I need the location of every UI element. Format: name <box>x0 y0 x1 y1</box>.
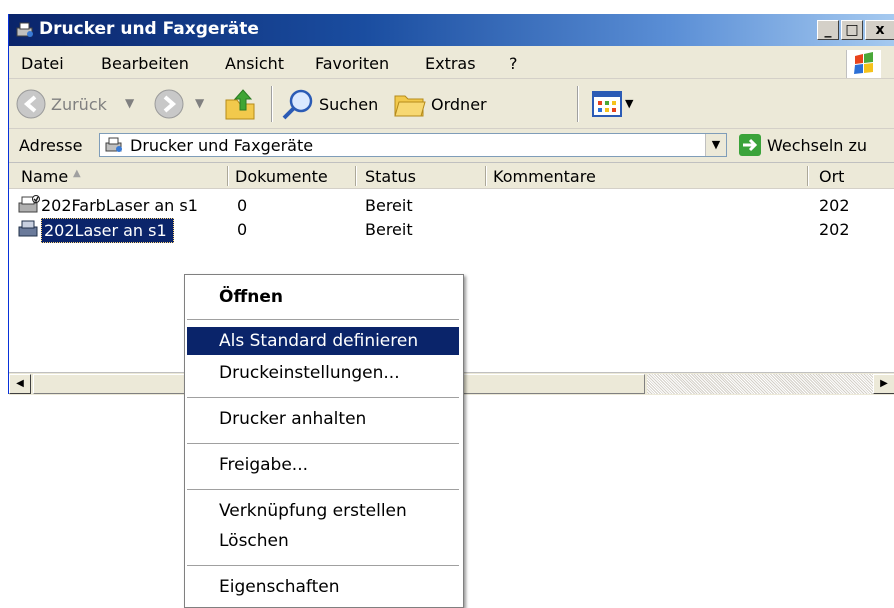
forward-dropdown-icon[interactable]: ▼ <box>195 96 204 110</box>
go-label[interactable]: Wechseln zu <box>767 136 867 155</box>
scroll-track[interactable] <box>647 374 873 394</box>
back-dropdown-icon[interactable]: ▼ <box>125 96 134 110</box>
column-header: Name ▲ Dokumente Status Kommentare Ort <box>9 164 894 189</box>
menu-bar: Datei Bearbeiten Ansicht Favoriten Extra… <box>9 48 894 79</box>
maximize-button[interactable]: □ <box>841 20 863 40</box>
views-icon[interactable] <box>591 90 623 118</box>
up-folder-icon[interactable] <box>223 86 257 122</box>
ctx-sharing[interactable]: Freigabe... <box>219 455 308 475</box>
search-label[interactable]: Suchen <box>319 95 378 114</box>
address-field[interactable]: Drucker und Faxgeräte ▼ <box>99 133 727 157</box>
address-bar: Adresse Drucker und Faxgeräte ▼ Wechseln… <box>9 130 894 163</box>
column-divider[interactable] <box>355 166 357 186</box>
ctx-open[interactable]: Öffnen <box>219 287 283 307</box>
scroll-left-icon[interactable]: ◀ <box>9 374 31 394</box>
close-button[interactable]: x <box>865 20 894 40</box>
menu-ansicht[interactable]: Ansicht <box>225 54 284 73</box>
title-bar[interactable]: Drucker und Faxgeräte _ □ x <box>9 14 894 46</box>
column-documents[interactable]: Dokumente <box>235 167 328 187</box>
window-title: Drucker und Faxgeräte <box>39 19 259 39</box>
printer-icon <box>18 195 40 213</box>
ctx-properties[interactable]: Eigenschaften <box>219 577 339 597</box>
printer-location: 202 <box>819 220 850 239</box>
toolbar-separator <box>577 86 579 122</box>
column-comments[interactable]: Kommentare <box>493 167 596 187</box>
printer-icon <box>18 220 38 237</box>
ctx-pause-printer[interactable]: Drucker anhalten <box>219 409 366 429</box>
back-icon[interactable] <box>15 88 47 120</box>
toolbar-separator <box>271 86 273 122</box>
printer-status: Bereit <box>365 196 413 215</box>
menu-bearbeiten[interactable]: Bearbeiten <box>101 54 189 73</box>
menu-separator <box>187 565 459 566</box>
printer-status: Bereit <box>365 220 413 239</box>
address-label: Adresse <box>19 136 83 155</box>
printer-location: 202 <box>819 196 850 215</box>
search-icon[interactable] <box>281 88 315 120</box>
menu-separator <box>187 443 459 444</box>
folders-label[interactable]: Ordner <box>431 95 487 114</box>
views-dropdown-icon[interactable]: ▼ <box>625 97 633 110</box>
menu-help[interactable]: ? <box>509 54 518 73</box>
menu-separator <box>187 319 459 320</box>
column-divider[interactable] <box>227 166 229 186</box>
column-divider[interactable] <box>485 166 487 186</box>
context-menu: Öffnen Als Standard definieren Druckeins… <box>184 274 464 608</box>
toolbar: Zurück ▼ ▼ Suchen Ordner ▼ <box>9 80 894 129</box>
scroll-right-icon[interactable]: ▶ <box>873 374 894 394</box>
menu-favoriten[interactable]: Favoriten <box>315 54 389 73</box>
menu-datei[interactable]: Datei <box>21 54 64 73</box>
column-location[interactable]: Ort <box>819 167 844 187</box>
ctx-print-preferences[interactable]: Druckeinstellungen... <box>219 363 400 383</box>
printer-docs: 0 <box>237 220 248 239</box>
minimize-button[interactable]: _ <box>817 20 839 40</box>
table-row[interactable]: 202FarbLaser an s1 0 Bereit 202 <box>9 194 894 218</box>
forward-icon[interactable] <box>153 88 185 120</box>
ctx-create-shortcut[interactable]: Verknüpfung erstellen <box>219 501 407 521</box>
table-row[interactable]: 202Laser an s1 0 Bereit 202 <box>9 218 894 243</box>
printer-docs: 0 <box>237 196 248 215</box>
menu-separator <box>187 489 459 490</box>
column-divider[interactable] <box>807 166 809 186</box>
menu-extras[interactable]: Extras <box>425 54 476 73</box>
column-name[interactable]: Name <box>21 167 68 187</box>
address-value[interactable]: Drucker und Faxgeräte <box>130 136 313 155</box>
windows-logo-icon <box>846 50 881 78</box>
printer-name[interactable]: 202FarbLaser an s1 <box>41 196 198 215</box>
ctx-set-default[interactable]: Als Standard definieren <box>219 331 418 351</box>
address-dropdown-icon[interactable]: ▼ <box>705 134 726 156</box>
go-arrow-icon[interactable] <box>739 134 761 156</box>
folders-icon[interactable] <box>393 88 427 120</box>
printer-name[interactable]: 202Laser an s1 <box>41 218 174 243</box>
ctx-delete[interactable]: Löschen <box>219 531 289 551</box>
menu-separator <box>187 397 459 398</box>
column-status[interactable]: Status <box>365 167 416 187</box>
printer-fax-icon <box>105 137 122 152</box>
back-label[interactable]: Zurück <box>51 95 107 114</box>
sort-asc-icon: ▲ <box>73 168 81 179</box>
printer-fax-icon <box>16 22 33 37</box>
